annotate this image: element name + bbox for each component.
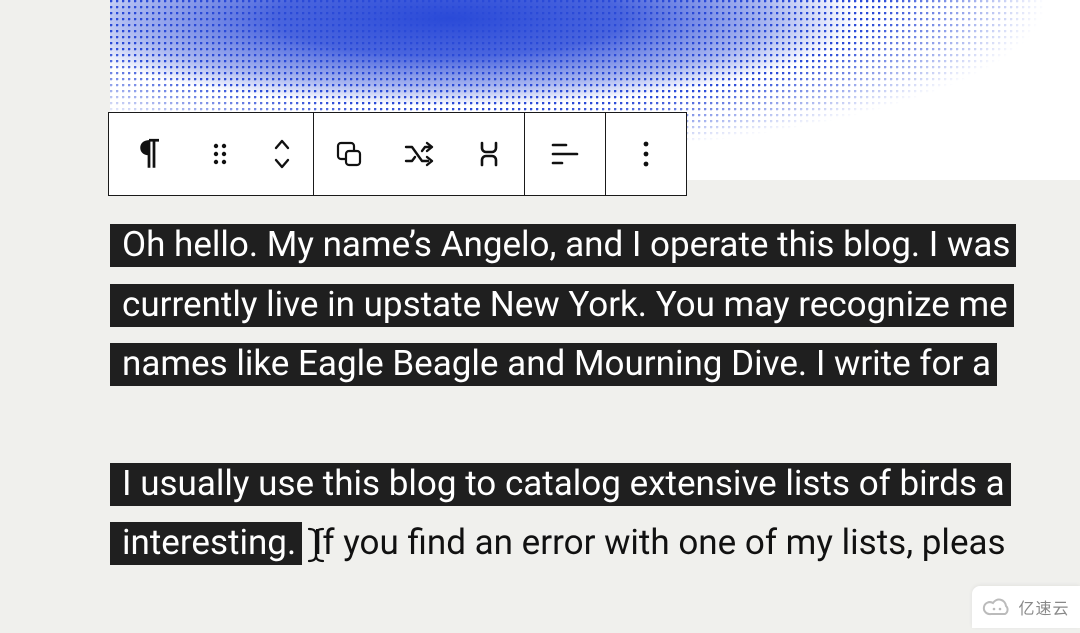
selected-text[interactable]: I usually use this blog to catalog exten… — [110, 463, 1011, 506]
toolbar-group-more — [606, 113, 686, 195]
toolbar-group-transform — [314, 113, 525, 195]
paragraph-block[interactable]: I usually use this blog to catalog exten… — [110, 454, 1016, 573]
text-line[interactable]: Oh hello. My name’s Angelo, and I operat… — [110, 215, 1016, 275]
text-line[interactable]: names like Eagle Beagle and Mourning Div… — [110, 334, 1016, 394]
split-icon — [475, 139, 503, 169]
group-icon — [334, 139, 364, 169]
toolbar-group-align — [525, 113, 606, 195]
editor-content[interactable]: Oh hello. My name’s Angelo, and I operat… — [110, 215, 1016, 633]
drag-handle-button[interactable] — [189, 113, 251, 195]
more-vertical-icon — [641, 139, 651, 169]
watermark-label: 亿速云 — [1018, 595, 1069, 619]
move-updown-button[interactable] — [251, 113, 313, 195]
shuffle-icon — [403, 140, 435, 168]
selected-text[interactable]: interesting. — [110, 522, 302, 565]
split-button[interactable] — [454, 113, 524, 195]
text-line[interactable]: currently live in upstate New York. You … — [110, 275, 1016, 335]
selected-text[interactable]: Oh hello. My name’s Angelo, and I operat… — [110, 224, 1016, 267]
shuffle-button[interactable] — [384, 113, 454, 195]
block-type-button[interactable] — [109, 113, 189, 195]
toolbar-group-block — [109, 113, 314, 195]
group-button[interactable] — [314, 113, 384, 195]
drag-handle-icon — [210, 140, 230, 168]
pilcrow-icon — [134, 136, 164, 172]
cloud-icon — [982, 596, 1012, 618]
block-toolbar — [108, 112, 687, 196]
text-line[interactable]: interesting. If you find an error with o… — [110, 513, 1016, 573]
chevron-updown-icon — [270, 136, 294, 172]
unselected-text[interactable]: If you find an error with one of my list… — [302, 522, 1005, 563]
more-options-button[interactable] — [606, 113, 686, 195]
selected-text[interactable]: currently live in upstate New York. You … — [110, 284, 1014, 327]
align-left-icon — [550, 141, 580, 167]
text-line[interactable]: I usually use this blog to catalog exten… — [110, 454, 1016, 514]
selected-text[interactable]: names like Eagle Beagle and Mourning Div… — [110, 343, 997, 386]
watermark-badge: 亿速云 — [972, 586, 1080, 628]
paragraph-block[interactable]: Oh hello. My name’s Angelo, and I operat… — [110, 215, 1016, 394]
align-button[interactable] — [525, 113, 605, 195]
